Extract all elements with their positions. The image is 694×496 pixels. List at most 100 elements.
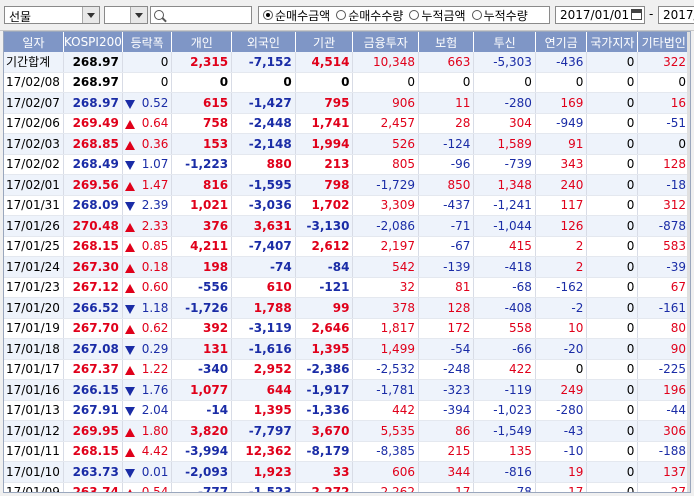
- table-row[interactable]: 17/01/26 270.48 2.33 376 3,631 -3,130 -2,086 -7…: [4, 215, 690, 237]
- radio-dot-icon[interactable]: [471, 10, 482, 20]
- date-cell: 17/02/01: [4, 174, 64, 196]
- column-header[interactable]: 투신: [473, 32, 536, 52]
- radio-dot-icon[interactable]: [409, 10, 420, 20]
- gov-cell: 0: [586, 297, 639, 319]
- date-cell: 17/01/23: [4, 277, 64, 298]
- column-header[interactable]: 보험: [418, 32, 475, 52]
- change-cell: 1.18: [122, 297, 173, 319]
- radio-dot-icon[interactable]: [263, 10, 273, 20]
- trust-cell: -66: [473, 338, 536, 360]
- change-cell: 0: [122, 52, 173, 73]
- table-row[interactable]: 17/02/08 268.97 0 0 0 0 0 0 0 0 0 0: [4, 72, 690, 93]
- date-cell: 17/02/02: [4, 154, 64, 175]
- date-from-field[interactable]: 2017/01/01: [555, 6, 645, 24]
- ins-cell: 172: [418, 318, 475, 339]
- inst-cell: 1,741: [295, 113, 354, 134]
- column-header[interactable]: 국가지자: [586, 32, 639, 52]
- ins-cell: -323: [418, 379, 475, 401]
- table-row[interactable]: 17/02/02 268.49 1.07 -1,223 880 213 805 -96 -739…: [4, 154, 690, 175]
- column-header[interactable]: 기타법인: [637, 32, 690, 52]
- radio-option[interactable]: 순매수수량: [336, 7, 403, 24]
- column-header[interactable]: 연기금: [535, 32, 588, 52]
- ind-cell: 758: [171, 113, 233, 134]
- table-row[interactable]: 17/01/19 267.70 0.62 392 -3,119 2,646 1,817 172…: [4, 318, 690, 339]
- calendar-icon[interactable]: [631, 9, 642, 20]
- search-icon[interactable]: [154, 10, 164, 20]
- inst-cell: 798: [295, 174, 354, 196]
- fin-cell: 2,197: [352, 236, 419, 257]
- table-row[interactable]: 17/02/07 268.97 0.52 615 -1,427 795 906 11 -280 1…: [4, 92, 690, 114]
- trust-cell: 422: [473, 359, 536, 380]
- change-value: 0.52: [141, 95, 169, 110]
- chevron-down-icon[interactable]: [130, 7, 147, 23]
- table-row[interactable]: 17/01/17 267.37 1.22 -340 2,952 -2,386 -2,532-…: [4, 359, 690, 380]
- table-row[interactable]: 17/02/06 269.49 0.64 758 -2,448 1,741 2,457 28 3…: [4, 113, 690, 134]
- inst-cell: -3,130: [295, 215, 354, 237]
- market-select[interactable]: 선물: [4, 6, 100, 24]
- triangle-down-icon: [124, 202, 135, 212]
- chevron-down-icon[interactable]: [82, 7, 99, 23]
- frn-cell: 1,788: [231, 297, 296, 319]
- trust-cell: 0: [473, 72, 536, 93]
- ind-cell: -1,223: [171, 154, 233, 175]
- table-row[interactable]: 17/01/24 267.30 0.18 198 -74 -84 542 -139 -418 2 0…: [4, 256, 690, 278]
- etc-cell: -188: [637, 441, 690, 462]
- ins-cell: -124: [418, 133, 475, 155]
- table-row[interactable]: 17/02/01 269.56 1.47 816 -1,595 798 -1,729 850 1…: [4, 174, 690, 196]
- table-row[interactable]: 17/01/13 267.91 2.04 -14 1,395 -1,336 442 -394-…: [4, 400, 690, 421]
- table-row[interactable]: 기간합계 268.97 0 2,315 -7,152 4,514 10,348 663 -5,3…: [4, 52, 690, 73]
- gov-cell: 0: [586, 441, 639, 462]
- date-cell: 17/01/19: [4, 318, 64, 339]
- search-input[interactable]: [150, 6, 252, 24]
- kospi-cell: 267.37: [63, 359, 123, 380]
- table-row[interactable]: 17/02/03 268.85 0.36 153 -2,148 1,994 526 -124 1…: [4, 133, 690, 155]
- secondary-select[interactable]: [104, 6, 148, 24]
- column-header[interactable]: 금융투자: [352, 32, 419, 52]
- kospi-cell: 266.15: [63, 379, 123, 401]
- column-header[interactable]: 등락폭: [122, 32, 173, 52]
- table-row[interactable]: 17/01/23 267.12 0.60 -556 610 -121 32 81 -68 -162…: [4, 277, 690, 298]
- change-cell: 0.36: [122, 133, 173, 155]
- ind-cell: 198: [171, 256, 233, 278]
- table-row[interactable]: 17/01/31 268.09 2.39 1,021 -3,036 1,702 3,309-…: [4, 195, 690, 216]
- radio-option[interactable]: 순매수금액: [263, 7, 330, 24]
- date-to-field[interactable]: 2017/: [658, 6, 694, 24]
- table-row[interactable]: 17/01/20 266.52 1.18 -1,726 1,788 99 378 128 -40…: [4, 297, 690, 319]
- etc-cell: 90: [637, 338, 690, 360]
- table-row[interactable]: 17/01/16 266.15 1.76 1,077 644 -1,917 -1,781 -3…: [4, 379, 690, 401]
- column-header[interactable]: 일자: [4, 32, 64, 52]
- column-header[interactable]: 기관: [295, 32, 354, 52]
- kospi-cell: 268.49: [63, 154, 123, 175]
- change-value: 1.80: [141, 423, 169, 438]
- column-header[interactable]: 개인: [171, 32, 233, 52]
- table-row[interactable]: 17/01/09 263.74 0.54 -777 -1,523 2,272 2,262 17…: [4, 482, 690, 492]
- gov-cell: 0: [586, 195, 639, 216]
- radio-dot-icon[interactable]: [336, 10, 347, 20]
- radio-option[interactable]: 누적수량: [471, 7, 528, 24]
- gov-cell: 0: [586, 400, 639, 421]
- change-value: 2.04: [141, 403, 169, 418]
- ind-cell: 1,077: [171, 379, 233, 401]
- ind-cell: 1,021: [171, 195, 233, 216]
- table-row[interactable]: 17/01/12 269.95 1.80 3,820 -7,797 3,670 5,535 8…: [4, 420, 690, 442]
- column-header[interactable]: 외국인: [231, 32, 296, 52]
- inst-cell: 2,612: [295, 236, 354, 257]
- ins-cell: 215: [418, 441, 475, 462]
- inst-cell: 213: [295, 154, 354, 175]
- radio-option[interactable]: 누적금액: [409, 7, 466, 24]
- table-row[interactable]: 17/01/11 268.15 4.42 -3,994 12,362 -8,179 -8,3…: [4, 441, 690, 462]
- vertical-scrollbar[interactable]: [687, 32, 690, 492]
- kospi-cell: 268.97: [63, 92, 123, 114]
- table-row[interactable]: 17/01/18 267.08 0.29 131 -1,616 1,395 1,499 -54…: [4, 338, 690, 360]
- table-row[interactable]: 17/01/25 268.15 0.85 4,211 -7,407 2,612 2,197-…: [4, 236, 690, 257]
- trust-cell: -816: [473, 461, 536, 483]
- table-row[interactable]: 17/01/10 263.73 0.01 -2,093 1,923 33 606 344 -81…: [4, 461, 690, 483]
- ins-cell: 344: [418, 461, 475, 483]
- date-cell: 17/01/12: [4, 420, 64, 442]
- triangle-down-icon: [124, 386, 135, 396]
- column-header[interactable]: KOSPI200: [63, 32, 123, 52]
- change-cell: 4.42: [122, 441, 173, 462]
- ind-cell: 3,820: [171, 420, 233, 442]
- inst-cell: 4,514: [295, 52, 354, 73]
- trust-cell: -1,549: [473, 420, 536, 442]
